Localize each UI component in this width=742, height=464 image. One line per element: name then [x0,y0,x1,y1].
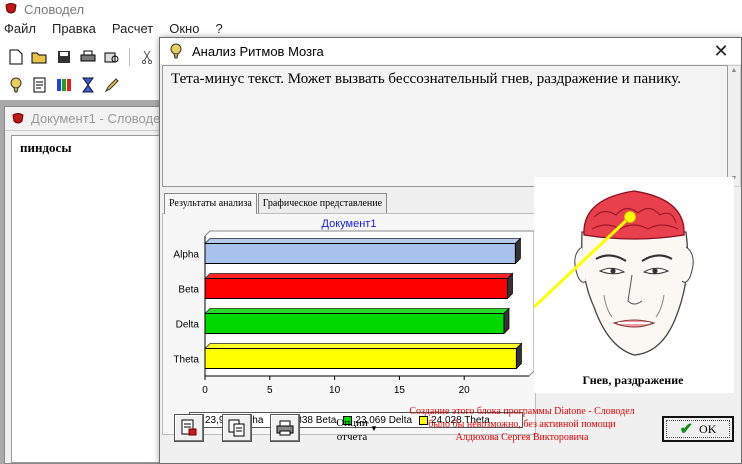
head-drawing-icon [532,190,694,356]
report-options-button[interactable]: Опции отчета [332,416,372,444]
document-settings-icon[interactable] [30,75,50,95]
brain-analysis-icon [170,43,182,59]
chevron-down-icon[interactable]: ▼ [370,424,378,433]
app-title: Словодел [24,1,85,17]
copy-report-button[interactable] [222,414,252,442]
document-window-title: Документ1 - Словодел [31,111,168,126]
menu-file[interactable]: Файл [4,21,36,36]
print-report-button[interactable] [270,414,300,442]
hourglass-icon[interactable] [78,75,98,95]
app-logo-icon [5,3,17,14]
category-label-beta: Beta [178,285,199,296]
cut-icon[interactable] [137,47,157,67]
print-preview-icon[interactable] [102,47,122,67]
export-report-icon [181,419,197,436]
tab-graphic-view[interactable]: Графическое представление [257,193,388,213]
bar-theta [204,348,517,369]
dialog-title: Анализ Ритмов Мозга [192,43,324,59]
x-tick-label: 20 [459,385,471,396]
ok-button-focus: ✔ OK [666,420,730,438]
report-options-label-1: Опции [336,417,368,429]
dialog-bottom-bar: Опции отчета ▼ Создание этого блока прог… [166,400,734,450]
new-document-icon[interactable] [6,47,26,67]
checkmark-icon: ✔ [679,421,694,438]
credit-line-3: Алдюхова Сергея Викторовича [455,432,589,443]
print-icon [276,420,294,436]
brain-analysis-icon[interactable] [6,75,26,95]
bar-top [204,308,510,314]
emotion-illustration [532,177,734,393]
ok-label: OK [699,421,717,436]
x-tick-label: 5 [267,385,273,396]
credit-line-1: Создание этого блока программы Diatone -… [409,406,635,417]
ok-button[interactable]: ✔ OK [662,416,734,442]
bar-beta [204,278,508,299]
menu-window[interactable]: Окно [169,21,199,36]
document-window-titlebar[interactable]: Документ1 - Словодел [5,107,173,131]
document-logo-icon [12,112,24,123]
bar-side [503,307,510,335]
copy-report-icon [228,419,245,437]
brain-rhythm-dialog: Анализ Ритмов Мозга ✕ Тета-минус текст. … [159,37,742,464]
dialog-titlebar[interactable]: Анализ Ритмов Мозга ✕ [160,38,741,64]
bar-side [516,342,522,370]
dialog-tabs: Результаты анализа Графическое представл… [164,193,388,214]
credits-text: Создание этого блока программы Diatone -… [392,405,652,444]
credit-line-2: было бы невозможно, без активной помощи [428,419,616,430]
toolbar-separator [129,48,130,66]
menu-edit[interactable]: Правка [52,21,96,36]
bar-top [204,273,514,279]
x-tick-label: 10 [329,385,341,396]
analysis-message: Тета-минус текст. Может вызвать бессозна… [162,65,728,187]
x-tick-label: 0 [202,385,208,396]
bar-delta [204,313,505,334]
document-window[interactable]: Документ1 - Словодел пиндосы [4,106,174,464]
bar-alpha [204,243,516,264]
secondary-toolbar [0,72,160,98]
document-text: пиндосы [20,140,72,155]
report-options-label-2: отчета [336,431,368,443]
export-report-button[interactable] [174,414,204,442]
menubar: Файл Правка Расчет Окно ? [0,18,742,38]
pencil-icon[interactable] [102,75,122,95]
bar-top [204,238,522,244]
close-icon[interactable]: ✕ [711,41,731,61]
category-label-delta: Delta [176,320,200,331]
main-toolbar [0,44,160,70]
scroll-up-icon[interactable]: ▲ [728,66,740,76]
category-label-alpha: Alpha [173,250,199,261]
analysis-message-text: Тета-минус текст. Может вызвать бессозна… [171,71,681,87]
bar-side [507,272,513,300]
x-tick-label: 15 [394,385,406,396]
app-titlebar: Словодел [0,0,742,18]
tab-analysis-results[interactable]: Результаты анализа [164,193,257,214]
menu-help[interactable]: ? [215,21,222,36]
bar-top [204,343,523,349]
print-icon[interactable] [78,47,98,67]
color-bars-icon[interactable] [54,75,74,95]
open-folder-icon[interactable] [30,47,50,67]
message-scrollbar[interactable]: ▲ ▼ [728,65,741,187]
bar-side [514,237,521,265]
save-icon[interactable] [54,47,74,67]
menu-calc[interactable]: Расчет [112,21,153,36]
document-text-area[interactable]: пиндосы [11,135,173,463]
category-label-theta: Theta [173,355,199,366]
emotion-caption: Гнев, раздражение [582,373,684,387]
